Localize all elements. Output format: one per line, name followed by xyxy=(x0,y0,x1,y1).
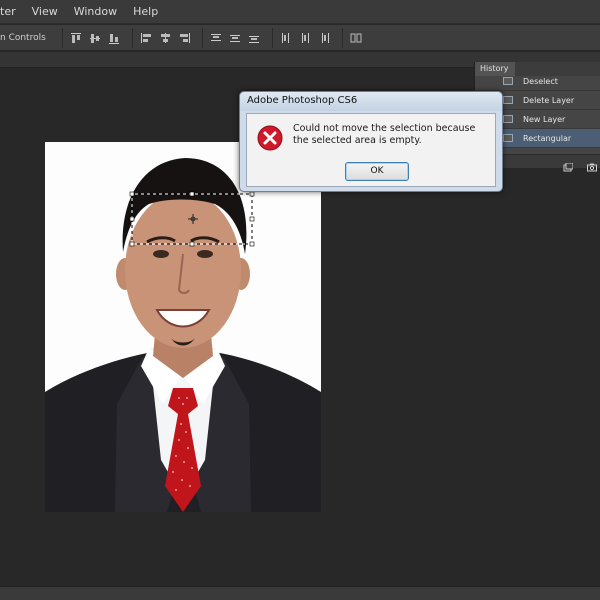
history-step-icon xyxy=(503,115,513,123)
distribute-right-icon[interactable] xyxy=(317,31,331,45)
history-row[interactable]: Deselect xyxy=(475,72,600,91)
align-bottom-edges-icon[interactable] xyxy=(107,31,121,45)
align-vertical-centers-icon[interactable] xyxy=(88,31,102,45)
align-right-edges-icon[interactable] xyxy=(177,31,191,45)
menu-filter[interactable]: ter xyxy=(0,5,16,18)
history-row-label: Delete Layer xyxy=(523,96,575,105)
status-bar xyxy=(0,586,600,600)
separator xyxy=(131,27,133,48)
separator xyxy=(271,27,273,48)
menu-window[interactable]: Window xyxy=(74,5,117,18)
error-dialog: Adobe Photoshop CS6 Could not move the s… xyxy=(239,91,503,192)
align-left-edges-icon[interactable] xyxy=(139,31,153,45)
separator xyxy=(61,27,63,48)
history-step-icon xyxy=(503,96,513,104)
dialog-titlebar[interactable]: Adobe Photoshop CS6 xyxy=(240,92,502,111)
dialog-message: Could not move the selection because the… xyxy=(293,123,476,146)
menu-help[interactable]: Help xyxy=(133,5,158,18)
distribute-left-icon[interactable] xyxy=(279,31,293,45)
separator xyxy=(341,27,343,48)
document-photo[interactable] xyxy=(45,142,321,512)
transform-controls-label[interactable]: n Controls xyxy=(0,33,46,43)
camera-snapshot-icon[interactable] xyxy=(587,157,597,172)
dialog-title: Adobe Photoshop CS6 xyxy=(247,95,358,106)
history-row-label: Deselect xyxy=(523,77,558,86)
distribute-bottom-icon[interactable] xyxy=(247,31,261,45)
menu-view[interactable]: View xyxy=(32,5,58,18)
options-bar: n Controls xyxy=(0,25,600,51)
align-horizontal-centers-icon[interactable] xyxy=(158,31,172,45)
dialog-body: Could not move the selection because the… xyxy=(246,113,496,187)
ok-button[interactable]: OK xyxy=(345,162,409,181)
auto-align-layers-icon[interactable] xyxy=(349,31,363,45)
distribute-vertical-centers-icon[interactable] xyxy=(228,31,242,45)
history-step-icon xyxy=(503,134,513,142)
align-top-edges-icon[interactable] xyxy=(69,31,83,45)
portrait-image xyxy=(45,142,321,512)
separator xyxy=(201,27,203,48)
distribute-top-icon[interactable] xyxy=(209,31,223,45)
photoshop-window: ter View Window Help n Controls History … xyxy=(0,0,600,600)
history-step-icon xyxy=(503,77,513,85)
menu-bar: ter View Window Help xyxy=(0,0,600,24)
history-row-label: New Layer xyxy=(523,115,566,124)
distribute-horizontal-centers-icon[interactable] xyxy=(298,31,312,45)
error-icon xyxy=(257,125,283,151)
new-document-from-state-icon[interactable] xyxy=(563,157,574,172)
